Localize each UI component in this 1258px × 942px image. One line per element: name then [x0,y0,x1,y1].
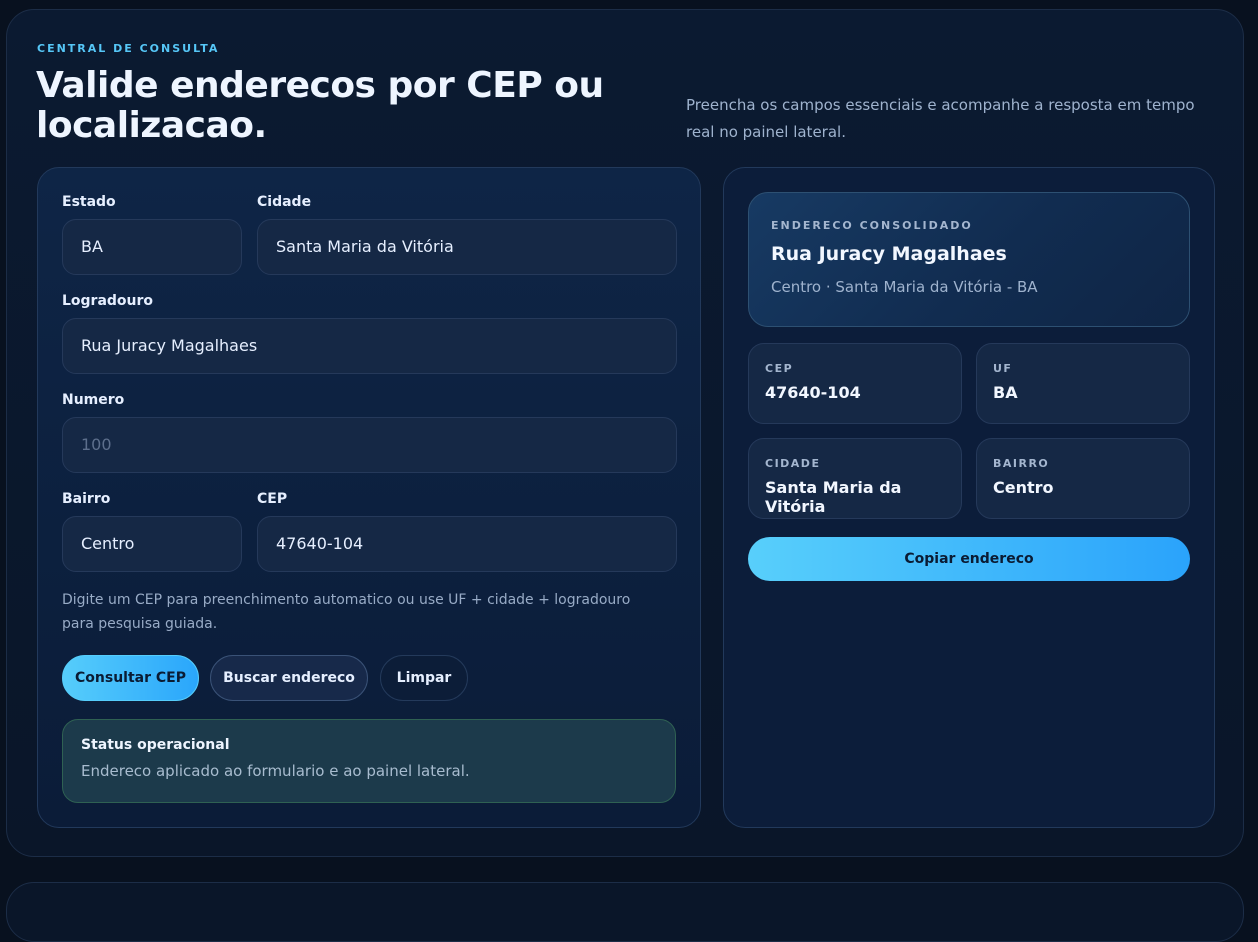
cidade-summary-value: Santa Maria da Vitória [765,478,902,516]
bairro-field[interactable]: Centro [62,516,242,572]
cidade-field[interactable]: Santa Maria da Vitória [257,219,677,275]
secondary-panel [6,882,1244,942]
estado-label: Estado [62,194,116,210]
consultar-cep-button[interactable]: Consultar CEP [62,655,199,701]
page-eyebrow: CENTRAL DE CONSULTA [37,42,220,55]
logradouro-label: Logradouro [62,293,154,309]
status-text: Endereco aplicado ao formulario e ao pai… [81,762,470,780]
cep-summary: CEP 47640-104 [748,343,962,424]
cep-summary-value: 47640-104 [765,383,861,402]
page-title: Valide enderecos por CEP ou localizacao. [36,65,604,146]
bairro-summary-value: Centro [993,478,1054,497]
cidade-label: Cidade [257,194,312,210]
uf-summary-value: BA [993,383,1018,402]
copy-address-button[interactable]: Copiar endereco [748,537,1190,581]
cep-summary-label: CEP [765,362,794,375]
estado-field[interactable]: BA [62,219,242,275]
cidade-summary-label: CIDADE [765,457,821,470]
buscar-endereco-button[interactable]: Buscar endereco [210,655,368,701]
consolidated-street: Rua Juracy Magalhaes [771,243,1007,265]
bairro-summary-label: BAIRRO [993,457,1050,470]
consolidated-location: Centro · Santa Maria da Vitória - BA [771,278,1038,296]
logradouro-field[interactable]: Rua Juracy Magalhaes [62,318,677,374]
uf-summary-label: UF [993,362,1013,375]
numero-field[interactable]: 100 [62,417,677,473]
consolidated-address-card: ENDERECO CONSOLIDADO Rua Juracy Magalhae… [748,192,1190,327]
address-form: Estado BA Cidade Santa Maria da Vitória … [37,167,701,828]
uf-summary: UF BA [976,343,1190,424]
cep-label: CEP [257,491,288,507]
address-summary-panel: ENDERECO CONSOLIDADO Rua Juracy Magalhae… [723,167,1215,828]
status-title: Status operacional [81,737,230,753]
limpar-button[interactable]: Limpar [380,655,468,701]
cep-field[interactable]: 47640-104 [257,516,677,572]
bairro-summary: BAIRRO Centro [976,438,1190,519]
main-panel: CENTRAL DE CONSULTA Valide enderecos por… [6,9,1244,857]
cidade-summary: CIDADE Santa Maria da Vitória [748,438,962,519]
status-box: Status operacional Endereco aplicado ao … [62,719,676,803]
page-subtitle: Preencha os campos essenciais e acompanh… [686,96,1195,141]
bairro-label: Bairro [62,491,111,507]
form-hint: Digite um CEP para preenchimento automat… [62,592,631,632]
numero-label: Numero [62,392,125,408]
consolidated-eyebrow: ENDERECO CONSOLIDADO [771,219,973,232]
